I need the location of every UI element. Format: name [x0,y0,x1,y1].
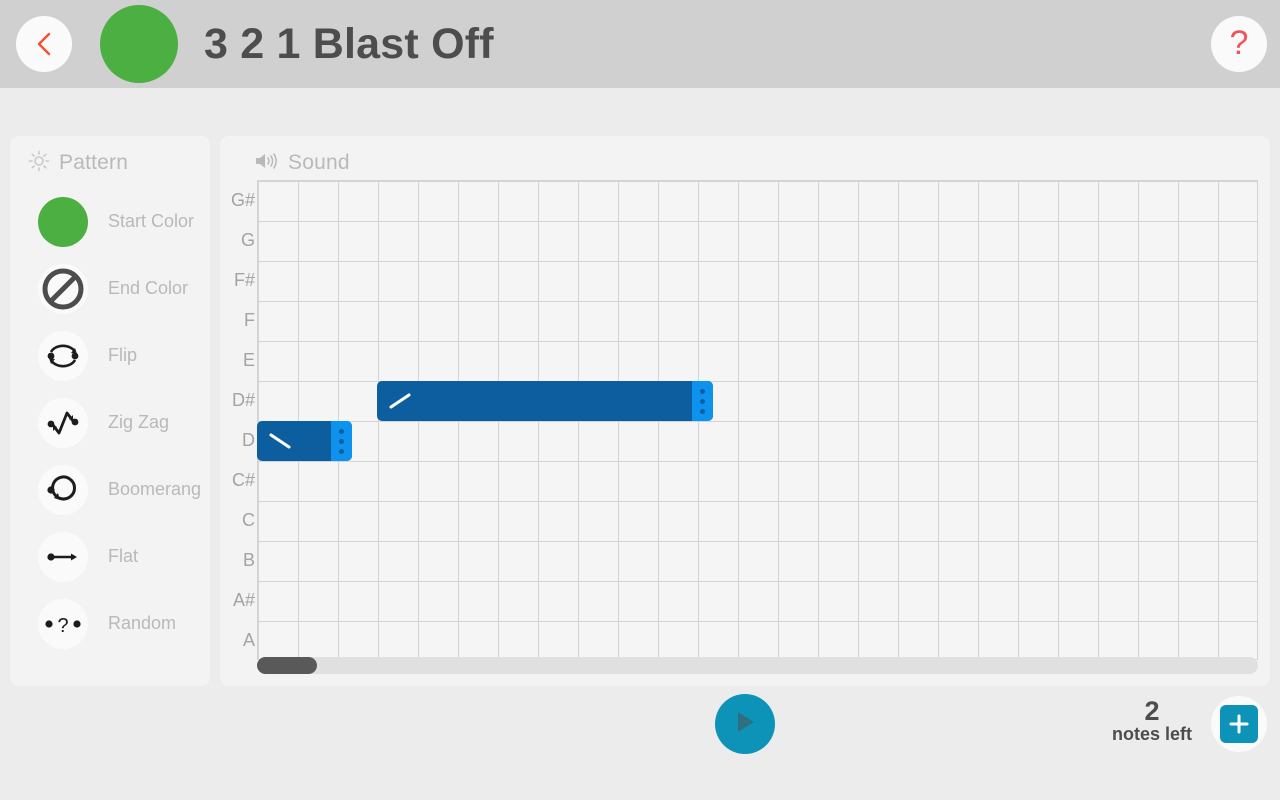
row-label: G# [230,189,255,210]
sidebar-item-label: Zig Zag [108,412,170,432]
sidebar-item-flat[interactable]: Flat [10,523,210,590]
notes-left-counter: 2 notes left [1092,696,1212,745]
row-label: D# [231,389,255,410]
help-button[interactable]: ? [1211,16,1267,72]
zigzag-icon [38,397,88,448]
row-label: A [242,629,255,650]
sidebar-item-label: End Color [108,278,189,298]
slope-down-icon [269,433,291,449]
row-label: F# [233,269,255,290]
note-block[interactable] [377,381,713,421]
sidebar-item-start-color[interactable]: Start Color [10,188,210,255]
sound-panel-header: Sound [220,136,1270,180]
speaker-icon [254,151,278,176]
pattern-panel: Pattern Start Color End Color Flip Zig Z… [10,136,210,686]
pattern-panel-title: Pattern [59,151,129,174]
back-button[interactable] [16,16,72,72]
note-block[interactable] [257,421,352,461]
note-grid[interactable] [257,180,1258,660]
notes-left-label: notes left [1111,724,1192,744]
page-title: 3 2 1 Blast Off [204,19,494,68]
play-button[interactable] [715,694,775,754]
chevron-left-icon [34,31,54,57]
row-label: G [240,229,255,250]
sidebar-item-label: Boomerang [108,479,202,499]
row-label: C [242,509,255,530]
sun-icon [28,150,50,177]
scrollbar-thumb[interactable] [257,657,317,674]
plus-icon [1220,705,1258,743]
project-color-circle[interactable] [100,5,178,83]
note-grid-wrap: G# G F# F E D# D C# C B A# A [220,180,1270,686]
row-label: E [242,349,255,370]
sidebar-item-label: Flat [108,546,139,566]
sound-panel: Sound G# G F# F E D# D C# C B A# A [220,136,1270,686]
add-note-button[interactable] [1211,696,1267,752]
horizontal-scrollbar[interactable] [257,657,1258,674]
no-color-icon [38,263,88,314]
sidebar-item-boomerang[interactable]: Boomerang [10,456,210,523]
svg-text:?: ? [57,615,68,637]
row-label: B [242,549,255,570]
sidebar-item-label: Flip [108,345,138,365]
sidebar-item-flip[interactable]: Flip [10,322,210,389]
question-mark-icon: ? [1229,24,1249,62]
sidebar-item-random[interactable]: ? Random [10,590,210,657]
flip-icon [38,330,88,381]
sidebar-item-label: Start Color [108,211,195,231]
sidebar-item-end-color[interactable]: End Color [10,255,210,322]
slope-up-icon [389,393,411,409]
sound-panel-title: Sound [288,151,350,174]
sidebar-item-zig-zag[interactable]: Zig Zag [10,389,210,456]
pattern-panel-header: Pattern [10,136,210,180]
color-swatch-icon [38,196,88,247]
note-resize-handle[interactable] [692,381,713,421]
note-resize-handle[interactable] [331,421,352,461]
row-label: C# [231,469,255,490]
app-header: 3 2 1 Blast Off ? [0,0,1280,88]
play-icon [733,709,757,740]
row-label: A# [232,589,255,610]
row-label: F [244,309,255,330]
note-row-labels: G# G F# F E D# D C# C B A# A [220,180,257,660]
flat-arrow-icon [38,531,88,582]
pattern-list: Start Color End Color Flip Zig Zag Boome… [10,188,210,657]
boomerang-icon [38,464,88,515]
row-label: D [242,429,255,450]
random-icon: ? [38,598,88,649]
notes-left-count: 2 [1144,696,1160,726]
sidebar-item-label: Random [108,613,177,633]
